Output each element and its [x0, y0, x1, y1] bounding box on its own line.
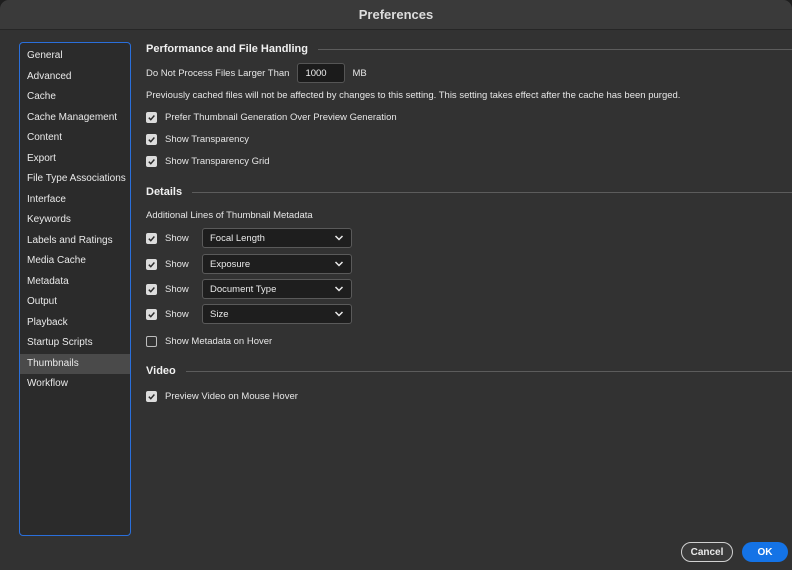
chevron-down-icon [334, 235, 344, 241]
show-transparency-row[interactable]: Show Transparency [146, 132, 249, 146]
checkmark-icon [148, 114, 155, 121]
select-value: Focal Length [210, 232, 265, 244]
metadata-on-hover-row[interactable]: Show Metadata on Hover [146, 334, 272, 348]
select-value: Document Type [210, 283, 277, 295]
metadata-line-1-show-label: Show [165, 232, 189, 244]
max-file-size-input[interactable] [297, 63, 346, 83]
metadata-line-3-row: Show Document Type [146, 279, 356, 299]
select-value: Exposure [210, 258, 251, 270]
sidebar-item-interface[interactable]: Interface [20, 190, 130, 211]
window-title: Preferences [358, 7, 434, 22]
prefer-thumbnail-checkbox[interactable] [146, 111, 157, 123]
ok-button[interactable]: OK [742, 542, 788, 562]
show-transparency-label: Show Transparency [165, 133, 249, 145]
max-file-size-row: Do Not Process Files Larger Than MB [146, 63, 367, 83]
checkmark-icon [148, 286, 155, 293]
checkmark-icon [148, 311, 155, 318]
metadata-line-2-show-label: Show [165, 258, 189, 270]
section-divider [185, 370, 792, 372]
show-transparency-grid-row[interactable]: Show Transparency Grid [146, 154, 270, 168]
checkmark-icon [148, 235, 155, 242]
show-transparency-grid-checkbox[interactable] [146, 155, 157, 167]
sidebar-item-export[interactable]: Export [20, 149, 130, 170]
prefer-thumbnail-label: Prefer Thumbnail Generation Over Preview… [165, 111, 397, 123]
max-file-size-label: Do Not Process Files Larger Than [146, 67, 290, 79]
section-details-header: Details [146, 186, 792, 198]
checkmark-icon [148, 158, 155, 165]
section-title: Details [146, 186, 183, 198]
metadata-lines-subheader: Additional Lines of Thumbnail Metadata [146, 208, 313, 222]
section-title: Performance and File Handling [146, 43, 308, 55]
metadata-line-3-checkbox[interactable] [146, 283, 157, 295]
sidebar-item-startup-scripts[interactable]: Startup Scripts [20, 333, 130, 354]
metadata-line-2-select[interactable]: Exposure [202, 254, 352, 274]
cancel-button[interactable]: Cancel [681, 542, 733, 562]
show-transparency-checkbox[interactable] [146, 133, 157, 145]
checkmark-icon [148, 393, 155, 400]
cache-note: Previously cached files will not be affe… [146, 88, 680, 102]
sidebar-item-labels-and-ratings[interactable]: Labels and Ratings [20, 231, 130, 252]
metadata-line-1-select[interactable]: Focal Length [202, 228, 352, 248]
sidebar-item-file-type-associations[interactable]: File Type Associations [20, 169, 130, 190]
sidebar-item-playback[interactable]: Playback [20, 313, 130, 334]
preferences-window: Preferences General Advanced Cache Cache… [0, 0, 792, 570]
cache-note-text: Previously cached files will not be affe… [146, 89, 681, 101]
metadata-line-1-row: Show Focal Length [146, 228, 356, 248]
metadata-line-4-show-label: Show [165, 308, 189, 320]
checkmark-icon [148, 136, 155, 143]
show-transparency-grid-label: Show Transparency Grid [165, 155, 270, 167]
metadata-line-1-checkbox[interactable] [146, 232, 157, 244]
preview-video-checkbox[interactable] [146, 390, 157, 402]
metadata-line-4-row: Show Size [146, 304, 356, 324]
prefer-thumbnail-row[interactable]: Prefer Thumbnail Generation Over Preview… [146, 110, 397, 124]
section-divider [317, 48, 792, 50]
preview-video-label: Preview Video on Mouse Hover [165, 390, 298, 402]
sidebar-item-cache[interactable]: Cache [20, 87, 130, 108]
sidebar-item-thumbnails[interactable]: Thumbnails [20, 353, 130, 374]
sidebar-item-cache-management[interactable]: Cache Management [20, 108, 130, 129]
sidebar-item-output[interactable]: Output [20, 292, 130, 313]
metadata-line-3-show-label: Show [165, 283, 189, 295]
preferences-panel: Performance and File Handling Do Not Pro… [146, 40, 792, 540]
chevron-down-icon [334, 261, 344, 267]
metadata-line-4-checkbox[interactable] [146, 308, 157, 320]
title-bar[interactable]: Preferences [0, 0, 792, 30]
preview-video-row[interactable]: Preview Video on Mouse Hover [146, 389, 298, 403]
metadata-line-4-select[interactable]: Size [202, 304, 352, 324]
chevron-down-icon [334, 286, 344, 292]
metadata-line-2-checkbox[interactable] [146, 258, 157, 270]
metadata-on-hover-checkbox[interactable] [146, 335, 157, 347]
select-value: Size [210, 308, 229, 320]
metadata-line-2-row: Show Exposure [146, 254, 356, 274]
metadata-on-hover-label: Show Metadata on Hover [165, 335, 273, 347]
sidebar-item-advanced[interactable]: Advanced [20, 67, 130, 88]
sidebar-item-general[interactable]: General [20, 46, 130, 67]
metadata-line-3-select[interactable]: Document Type [202, 279, 352, 299]
sidebar-item-media-cache[interactable]: Media Cache [20, 251, 130, 272]
section-performance-header: Performance and File Handling [146, 43, 792, 55]
section-divider [192, 191, 792, 193]
preferences-category-list[interactable]: General Advanced Cache Cache Management … [19, 42, 131, 536]
sidebar-item-metadata[interactable]: Metadata [20, 272, 130, 293]
sidebar-item-keywords[interactable]: Keywords [20, 210, 130, 231]
metadata-lines-label: Additional Lines of Thumbnail Metadata [146, 209, 313, 221]
checkmark-icon [148, 261, 155, 268]
sidebar-item-workflow[interactable]: Workflow [20, 374, 130, 395]
max-file-size-unit: MB [352, 67, 367, 79]
chevron-down-icon [334, 311, 344, 317]
section-video-header: Video [146, 365, 792, 377]
section-title: Video [146, 365, 176, 377]
sidebar-item-content[interactable]: Content [20, 128, 130, 149]
